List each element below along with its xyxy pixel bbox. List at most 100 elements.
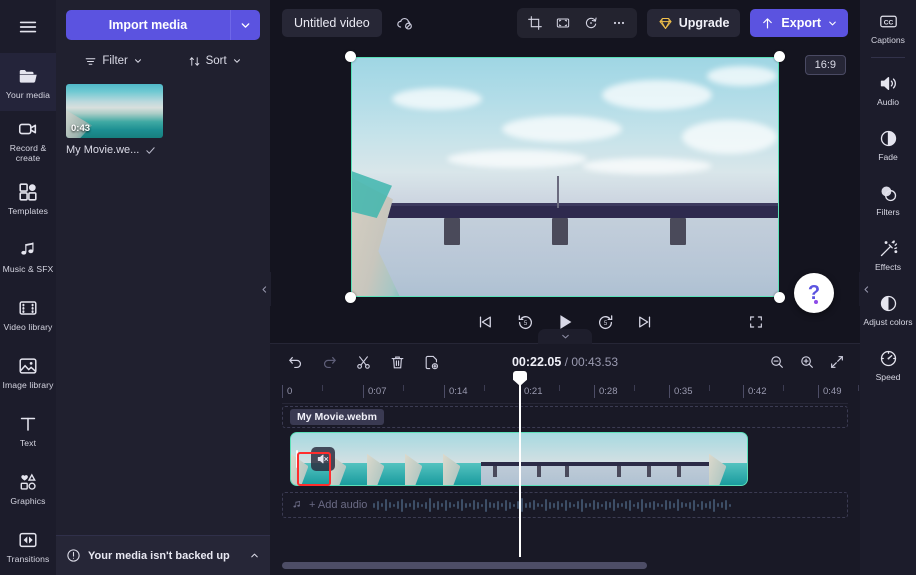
ruler-minor-tick (484, 385, 485, 391)
chevron-up-icon[interactable] (249, 550, 260, 561)
rotate-icon[interactable] (578, 11, 604, 35)
rewind-5-icon[interactable]: 5 (513, 310, 537, 334)
upgrade-button[interactable]: Upgrade (646, 9, 741, 37)
sidebar-item-transitions[interactable]: Transitions (0, 517, 56, 575)
clip-frame (595, 433, 633, 485)
sidebar-item-record-create[interactable]: Record & create (0, 111, 56, 169)
bridge-mast (557, 176, 559, 208)
import-media-button[interactable]: Import media (66, 10, 230, 40)
export-button[interactable]: Export (750, 9, 848, 37)
media-duration: 0:43 (71, 123, 91, 134)
media-panel: Import media Filter Sort 0:43 My Movie.w… (56, 0, 271, 575)
help-dot (814, 300, 818, 304)
chevron-down-icon[interactable] (230, 10, 260, 40)
video-preview[interactable] (351, 57, 779, 297)
clip-frame (671, 433, 709, 485)
fit-to-frame-icon[interactable] (550, 11, 576, 35)
ruler-minor-tick (783, 385, 784, 391)
sort-button[interactable]: Sort (182, 51, 248, 72)
filter-label: Filter (102, 55, 128, 67)
scissors-icon[interactable] (350, 349, 376, 375)
bridge-span (352, 206, 778, 218)
templates-icon (17, 181, 39, 203)
sidebar-item-templates[interactable]: Templates (0, 169, 56, 227)
transitions-icon (17, 529, 39, 551)
more-horizontal-icon[interactable] (606, 11, 632, 35)
bridge-pillar (670, 218, 686, 245)
speaker-mute-icon[interactable] (311, 447, 335, 471)
cloud-shape (502, 116, 622, 142)
camera-icon (17, 118, 39, 140)
sidebar-item-text[interactable]: Text (0, 401, 56, 459)
add-audio-label: + Add audio (309, 499, 368, 511)
timeline-ruler[interactable]: 0 0:07 0:14 0:21 0:28 0:35 0:42 0:49 (282, 380, 859, 404)
filter-button[interactable]: Filter (78, 51, 149, 72)
export-label: Export (781, 16, 821, 30)
timeline-panel: 00:22.05 / 00:43.53 0 0:07 0:14 0:21 0:2… (270, 343, 860, 575)
film-strip-icon (17, 297, 39, 319)
chevron-down-icon (560, 331, 571, 342)
fullscreen-icon[interactable] (744, 310, 768, 334)
project-title-input[interactable]: Untitled video (282, 9, 382, 37)
captions-cc-icon: CC (878, 11, 899, 32)
collapse-right-panel-button[interactable] (859, 272, 873, 306)
collapse-preview-button[interactable] (538, 329, 592, 344)
current-time: 00:22.05 (511, 355, 562, 369)
fit-timeline-icon[interactable] (824, 349, 850, 375)
duplicate-icon[interactable] (418, 349, 444, 375)
right-item-speed[interactable]: Speed (860, 337, 916, 392)
scrollbar-thumb[interactable] (282, 562, 648, 569)
forward-5-icon[interactable]: 5 (593, 310, 617, 334)
zoom-in-icon[interactable] (794, 349, 820, 375)
crop-icon[interactable] (522, 11, 548, 35)
skip-end-icon[interactable] (633, 310, 657, 334)
resize-handle-top-right[interactable] (774, 51, 785, 62)
cloud-off-icon[interactable] (392, 10, 418, 36)
sidebar-item-video-library[interactable]: Video library (0, 285, 56, 343)
ruler-minor-tick (858, 385, 859, 391)
right-item-filters[interactable]: Filters (860, 172, 916, 227)
add-audio-track[interactable]: + Add audio (282, 492, 848, 518)
upgrade-label: Upgrade (678, 16, 730, 30)
backup-status-bar[interactable]: Your media isn't backed up (56, 535, 270, 575)
ruler-tick: 0:21 (519, 385, 543, 398)
sidebar-item-label: Your media (5, 89, 51, 100)
clip-trim-handle-right[interactable] (739, 450, 742, 468)
video-preview-container[interactable] (345, 51, 785, 303)
sidebar-item-graphics[interactable]: Graphics (0, 459, 56, 517)
svg-text:5: 5 (523, 321, 527, 327)
resize-handle-top-left[interactable] (345, 51, 356, 62)
trash-icon[interactable] (384, 349, 410, 375)
filter-icon (84, 55, 97, 68)
warning-circle-icon (66, 548, 81, 563)
folder-icon (17, 65, 39, 87)
media-thumbnail[interactable]: 0:43 (66, 84, 163, 138)
sidebar-item-your-media[interactable]: Your media (0, 53, 56, 111)
sidebar-item-label: Transitions (6, 553, 50, 564)
right-item-fade[interactable]: Fade (860, 117, 916, 172)
bridge-pillar (444, 218, 460, 245)
help-button[interactable]: ? (794, 273, 834, 313)
skip-start-icon[interactable] (473, 310, 497, 334)
zoom-out-icon[interactable] (764, 349, 790, 375)
right-item-audio[interactable]: Audio (860, 62, 916, 117)
import-media-row: Import media (56, 0, 270, 40)
hamburger-menu-icon[interactable] (0, 0, 56, 53)
collapse-media-panel-button[interactable] (257, 272, 271, 306)
timeline-horizontal-scrollbar[interactable] (282, 562, 848, 569)
right-item-label: Effects (874, 261, 902, 272)
video-clip[interactable] (290, 432, 748, 486)
aspect-ratio-badge[interactable]: 16:9 (804, 55, 846, 75)
sidebar-item-image-library[interactable]: Image library (0, 343, 56, 401)
right-sidebar: CC Captions Audio Fade Filters Effects A… (859, 0, 916, 575)
right-item-captions[interactable]: CC Captions (860, 0, 916, 55)
clip-name-badge[interactable]: My Movie.webm (290, 409, 384, 425)
undo-icon[interactable] (282, 349, 308, 375)
sidebar-item-label: Text (19, 437, 37, 448)
redo-icon[interactable] (316, 349, 342, 375)
timeline-toolbar: 00:22.05 / 00:43.53 (270, 344, 860, 380)
media-item[interactable]: 0:43 My Movie.we... (66, 84, 163, 156)
clip-trim-handle-left[interactable] (296, 450, 299, 468)
sidebar-item-music-sfx[interactable]: Music & SFX (0, 227, 56, 285)
ruler-tick: 0:35 (669, 385, 693, 398)
